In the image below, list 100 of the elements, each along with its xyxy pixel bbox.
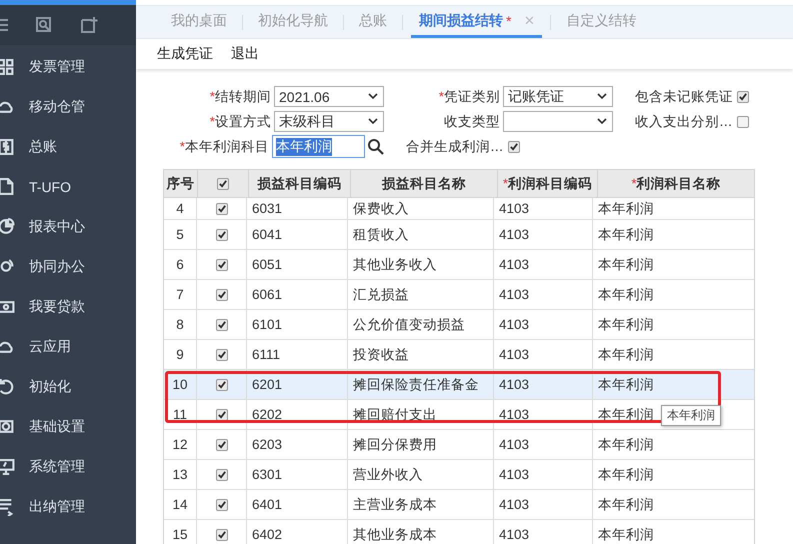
table-cell: 15 [172,527,188,542]
field-label: *凭证类别 [438,88,500,106]
column-header: 损益科目名称 [351,170,498,197]
table-cell: 摊回分保费用 [353,436,437,454]
table-row[interactable]: 7 6061 汇兑损益 4103 本年利润 [164,280,754,310]
table-cell: 投资收益 [353,346,409,364]
column-header: 序号 [164,170,198,197]
table-cell: 6301 [252,467,282,482]
tab[interactable]: 期间损益结转 * × [411,6,542,38]
search-icon[interactable] [367,138,384,155]
sidebar-item[interactable]: 初始化 [0,367,136,407]
checkbox[interactable] [216,348,228,360]
sidebar-item[interactable]: 发票管理 [0,47,136,87]
checkbox[interactable] [216,498,228,510]
checkbox[interactable] [216,468,228,480]
checkbox[interactable] [736,116,748,128]
list-icon [0,498,15,516]
checkbox[interactable] [216,378,228,390]
sidebar-item[interactable]: 云应用 [0,327,136,367]
checkbox[interactable] [737,90,749,102]
table-cell: 公允价值变动损益 [353,316,465,334]
field-label: 合并生成利润… [406,138,504,156]
sidebar-item[interactable]: 移动仓管 [0,87,136,127]
sidebar-item[interactable]: T-UFO [0,167,136,207]
document-search-icon[interactable] [35,16,53,34]
table-cell: 4103 [499,497,530,512]
checkbox[interactable] [216,202,228,214]
table-cell: 营业外收入 [353,466,423,484]
table-cell: 6101 [252,317,282,332]
dropdown-field[interactable] [503,111,613,132]
checkbox[interactable] [216,228,228,240]
table-row[interactable]: 9 6111 投资收益 4103 本年利润 [164,340,754,370]
field-label: *本年利润科目 [180,138,269,156]
toolbar-button[interactable]: 退出 [225,43,265,65]
search-field[interactable]: 本年利润 [272,135,365,158]
sidebar-item[interactable]: 报表中心 [0,207,136,247]
sidebar-item[interactable]: 基础设置 [0,407,136,447]
column-header: 损益科目编码 [249,170,351,197]
checkbox[interactable] [216,408,228,420]
table-cell: 4103 [499,257,530,272]
table-cell: 本年利润 [598,200,654,218]
chevron-down-icon [368,118,378,125]
table-cell: 6111 [252,347,280,362]
dropdown-field[interactable]: 记账凭证 [503,86,613,107]
tooltip: 本年利润 [661,405,721,426]
table-cell: 本年利润 [598,286,654,304]
table-cell: 保费收入 [353,200,409,218]
banknote-icon [0,298,15,316]
table-cell: 11 [172,407,187,422]
table-cell: 6203 [252,437,282,452]
checkbox[interactable] [217,178,229,190]
table-cell: 租赁收入 [353,226,409,244]
table-cell: 6051 [252,257,282,272]
sidebar-item[interactable]: 总账 [0,127,136,167]
table-cell: 摊回赔付支出 [353,406,437,424]
table-cell: 本年利润 [598,256,654,274]
checkbox[interactable] [216,288,228,300]
column-header: *利润科目名称 [630,174,722,193]
table-cell: 汇兑损益 [353,286,409,304]
field-label: 收支类型 [444,112,500,130]
table-cell: 8 [176,317,184,332]
table-cell: 6031 [252,201,282,216]
table-cell: 4103 [499,227,530,242]
checkbox[interactable] [216,258,228,270]
dropdown-field[interactable]: 2021.06 [274,86,384,107]
sidebar-item[interactable]: 我要贷款 [0,287,136,327]
table-row[interactable]: 5 6041 租赁收入 4103 本年利润 [164,220,754,250]
checkbox[interactable] [216,318,228,330]
chevron-down-icon [368,93,378,100]
table-row[interactable]: 12 6203 摊回分保费用 4103 本年利润 [164,430,754,460]
table-cell: 6041 [252,227,282,242]
table-row[interactable]: 8 6101 公允价值变动损益 4103 本年利润 [164,310,754,340]
table-cell: 12 [172,437,188,452]
table-cell: 4103 [499,317,530,332]
table-cell: 9 [176,347,184,362]
checkbox[interactable] [216,438,228,450]
table-cell: 4 [176,201,184,216]
dropdown-field[interactable]: 末级科目 [274,111,384,132]
table-cell: 摊回保险责任准备金 [353,376,479,394]
table-row[interactable]: 6 6051 其他业务收入 4103 本年利润 [164,250,754,280]
add-icon[interactable] [80,16,98,34]
chevron-down-icon [597,118,607,125]
toolbar-button[interactable]: 生成凭证 [151,43,219,65]
checkbox[interactable] [216,528,228,540]
chart-icon [0,218,15,236]
table-row[interactable]: 4 6031 保费收入 4103 本年利润 [164,198,754,220]
table-cell: 其他业务成本 [353,526,437,544]
field-label: *设置方式 [210,112,271,130]
sidebar-item[interactable]: 协同办公 [0,247,136,287]
sidebar-item[interactable]: 系统管理 [0,447,136,487]
table-cell: 本年利润 [598,406,654,424]
table-row[interactable]: 14 6401 主营业务成本 4103 本年利润 [164,490,754,520]
sidebar-item[interactable]: 出纳管理 [0,487,136,527]
table-row[interactable]: 13 6301 营业外收入 4103 本年利润 [164,460,754,490]
chevron-down-icon [597,93,607,100]
field-label: 包含未记账凭证 [635,88,733,106]
checkbox[interactable] [508,140,520,152]
table-cell: 14 [172,497,188,512]
table-row[interactable]: 10 6201 摊回保险责任准备金 4103 本年利润 [164,370,754,400]
monitor-icon [0,458,15,476]
